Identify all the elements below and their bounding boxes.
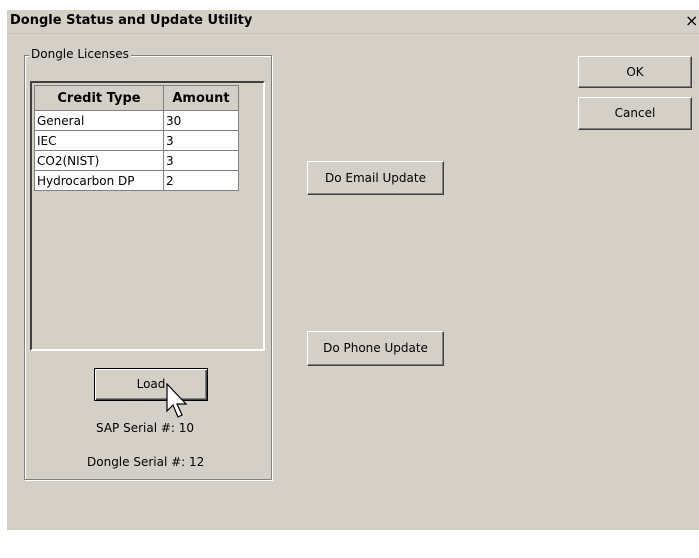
close-icon[interactable]: ×	[685, 12, 699, 30]
cell-amount: 30	[163, 110, 239, 131]
cancel-button-label: Cancel	[614, 106, 656, 120]
licenses-table: Credit Type Amount General 30 IEC 3 CO2(…	[34, 85, 239, 191]
cancel-button[interactable]: Cancel	[578, 97, 692, 130]
group-label: Dongle Licenses	[29, 47, 131, 61]
cell-credit-type: Hydrocarbon DP	[34, 170, 164, 191]
phone-update-label: Do Phone Update	[323, 341, 428, 355]
phone-update-button[interactable]: Do Phone Update	[307, 331, 444, 366]
cell-amount: 3	[163, 150, 239, 171]
column-header-credit-type[interactable]: Credit Type	[34, 85, 164, 111]
licenses-list[interactable]: Credit Type Amount General 30 IEC 3 CO2(…	[30, 81, 265, 351]
cell-credit-type: IEC	[34, 130, 164, 151]
email-update-label: Do Email Update	[325, 171, 426, 185]
email-update-button[interactable]: Do Email Update	[307, 161, 444, 195]
cell-credit-type: General	[34, 110, 164, 131]
title-bar[interactable]: Dongle Status and Update Utility ×	[7, 10, 699, 34]
ok-button[interactable]: OK	[578, 56, 692, 88]
window-title: Dongle Status and Update Utility	[10, 13, 253, 28]
table-row[interactable]: General 30	[34, 110, 239, 131]
mouse-pointer-icon	[166, 382, 190, 424]
table-row[interactable]: CO2(NIST) 3	[34, 150, 239, 171]
cell-amount: 3	[163, 130, 239, 151]
table-row[interactable]: Hydrocarbon DP 2	[34, 170, 239, 191]
load-button-label: Load	[136, 377, 166, 391]
column-header-amount[interactable]: Amount	[163, 85, 239, 111]
table-row[interactable]: IEC 3	[34, 130, 239, 151]
cell-credit-type: CO2(NIST)	[34, 150, 164, 171]
load-button[interactable]: Load	[94, 368, 208, 401]
cell-amount: 2	[163, 170, 239, 191]
dongle-serial-label: Dongle Serial #: 12	[87, 455, 205, 469]
ok-button-label: OK	[626, 65, 644, 79]
